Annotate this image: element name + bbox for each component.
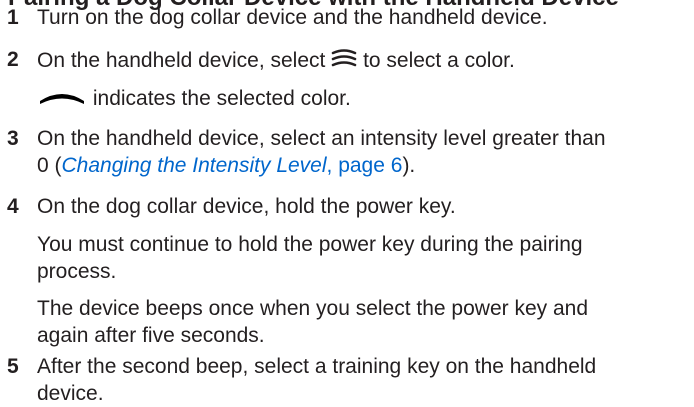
step-text-after-icon: to select a color. xyxy=(363,49,515,73)
step-text-suffix: ). xyxy=(402,154,416,177)
step-number: 3 xyxy=(7,127,19,150)
step-number: 4 xyxy=(7,195,19,218)
step-text-prefix: 0 ( xyxy=(37,154,62,177)
step-note-text: indicates the selected color. xyxy=(92,87,351,111)
step-text-line-1: After the second beep, select a training… xyxy=(37,355,597,378)
step-text: On the handheld device, select to select… xyxy=(37,47,515,76)
step-text: On the dog collar device, hold the power… xyxy=(37,195,456,218)
step-note: indicates the selected color. xyxy=(37,85,351,114)
step-text-line-1: On the handheld device, select an intens… xyxy=(37,127,606,150)
cross-reference-page: , page 6 xyxy=(326,154,403,177)
cross-reference-title: Changing the Intensity Level xyxy=(61,154,327,177)
step-paragraph-2-line-1: The device beeps once when you select th… xyxy=(37,297,589,320)
step-text: Turn on the dog collar device and the ha… xyxy=(37,6,548,29)
step-paragraph-1-line-1: You must continue to hold the power key … xyxy=(37,233,583,256)
step-number: 2 xyxy=(7,48,19,71)
cross-reference-link[interactable]: Changing the Intensity Level, page 6 xyxy=(62,154,403,177)
color-select-icon xyxy=(331,47,357,76)
step-paragraph-1-line-2: process. xyxy=(37,260,117,283)
step-text-line-2: 0 (Changing the Intensity Level, page 6)… xyxy=(37,153,415,179)
step-number: 5 xyxy=(7,355,19,378)
step-number: 1 xyxy=(7,6,19,29)
step-paragraph-2-line-2: again after five seconds. xyxy=(37,324,265,347)
step-text-line-2: device. xyxy=(37,382,104,405)
step-text-before-icon: On the handheld device, select xyxy=(37,49,326,73)
collar-strap-icon xyxy=(37,85,87,114)
